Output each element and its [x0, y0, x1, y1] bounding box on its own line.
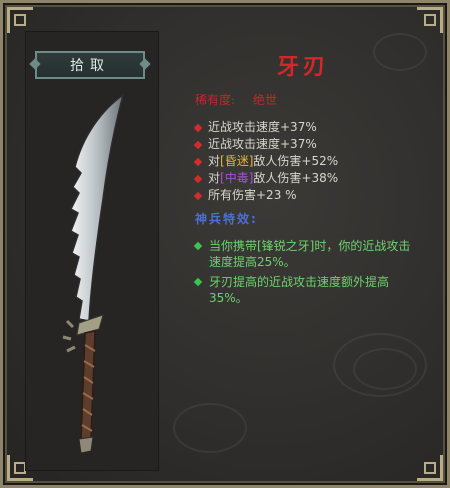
special-effect-text: 当你携带[锋锐之牙]时，你的近战攻击速度提高25%。: [209, 239, 411, 269]
special-effect-text: 牙刃提高的近战攻击速度额外提高35%。: [209, 275, 390, 305]
red-diamond-icon: [193, 157, 203, 166]
cloud-ornament: [173, 403, 247, 453]
frame-corner-ornament: [417, 7, 443, 33]
stat-suffix: 敌人伤害+38%: [253, 171, 339, 185]
special-effect-line: 牙刃提高的近战攻击速度额外提高35%。: [193, 274, 421, 306]
green-diamond-icon: [193, 277, 203, 287]
curved-serrated-blade-icon: [62, 93, 125, 454]
special-effect-list: 当你携带[锋锐之牙]时，你的近战攻击速度提高25%。 牙刃提高的近战攻击速度额外…: [193, 238, 421, 310]
stat-text: 近战攻击速度+37%: [208, 120, 317, 134]
stun-keyword: [昏迷]: [220, 154, 254, 168]
special-effect-title: 神兵特效:: [195, 212, 258, 226]
green-diamond-icon: [193, 241, 203, 251]
red-diamond-icon: [193, 140, 203, 149]
cloud-ornament: [373, 33, 427, 71]
item-name: 牙刃: [276, 54, 329, 80]
stat-prefix: 对: [208, 171, 221, 185]
red-diamond-icon: [193, 123, 203, 132]
frame-corner-ornament: [7, 7, 33, 33]
pickup-button[interactable]: 拾取: [35, 51, 145, 79]
red-diamond-icon: [193, 191, 203, 200]
stat-text: 所有伤害+23 %: [208, 188, 297, 202]
stat-text: 近战攻击速度+37%: [208, 137, 317, 151]
stat-list: 近战攻击速度+37% 近战攻击速度+37% 对 [昏迷] 敌人伤害+52% 对 [中毒…: [193, 119, 339, 204]
stat-line: 所有伤害+23 %: [193, 187, 338, 204]
stat-line: 对 [中毒] 敌人伤害+38%: [193, 170, 339, 187]
red-diamond-icon: [193, 174, 203, 183]
item-tooltip-frame: 拾取 牙刃 稀有度: 绝世 近战攻击速度+37% 近战攻击速度+37% 对 [昏迷]…: [0, 0, 450, 488]
frame-corner-ornament: [417, 455, 443, 481]
rarity-row: 稀有度: 绝世: [195, 91, 277, 108]
poison-keyword: [中毒]: [220, 171, 254, 185]
cloud-ornament: [353, 348, 417, 390]
stat-prefix: 对: [208, 154, 221, 168]
stat-suffix: 敌人伤害+52%: [253, 154, 339, 168]
stat-line: 近战攻击速度+37%: [193, 119, 338, 136]
rarity-label: 稀有度:: [195, 93, 236, 107]
special-effect-line: 当你携带[锋锐之牙]时，你的近战攻击速度提高25%。: [193, 238, 421, 270]
stat-line: 对 [昏迷] 敌人伤害+52%: [193, 153, 339, 170]
stat-line: 近战攻击速度+37%: [193, 136, 338, 153]
rarity-value: 绝世: [253, 93, 278, 107]
